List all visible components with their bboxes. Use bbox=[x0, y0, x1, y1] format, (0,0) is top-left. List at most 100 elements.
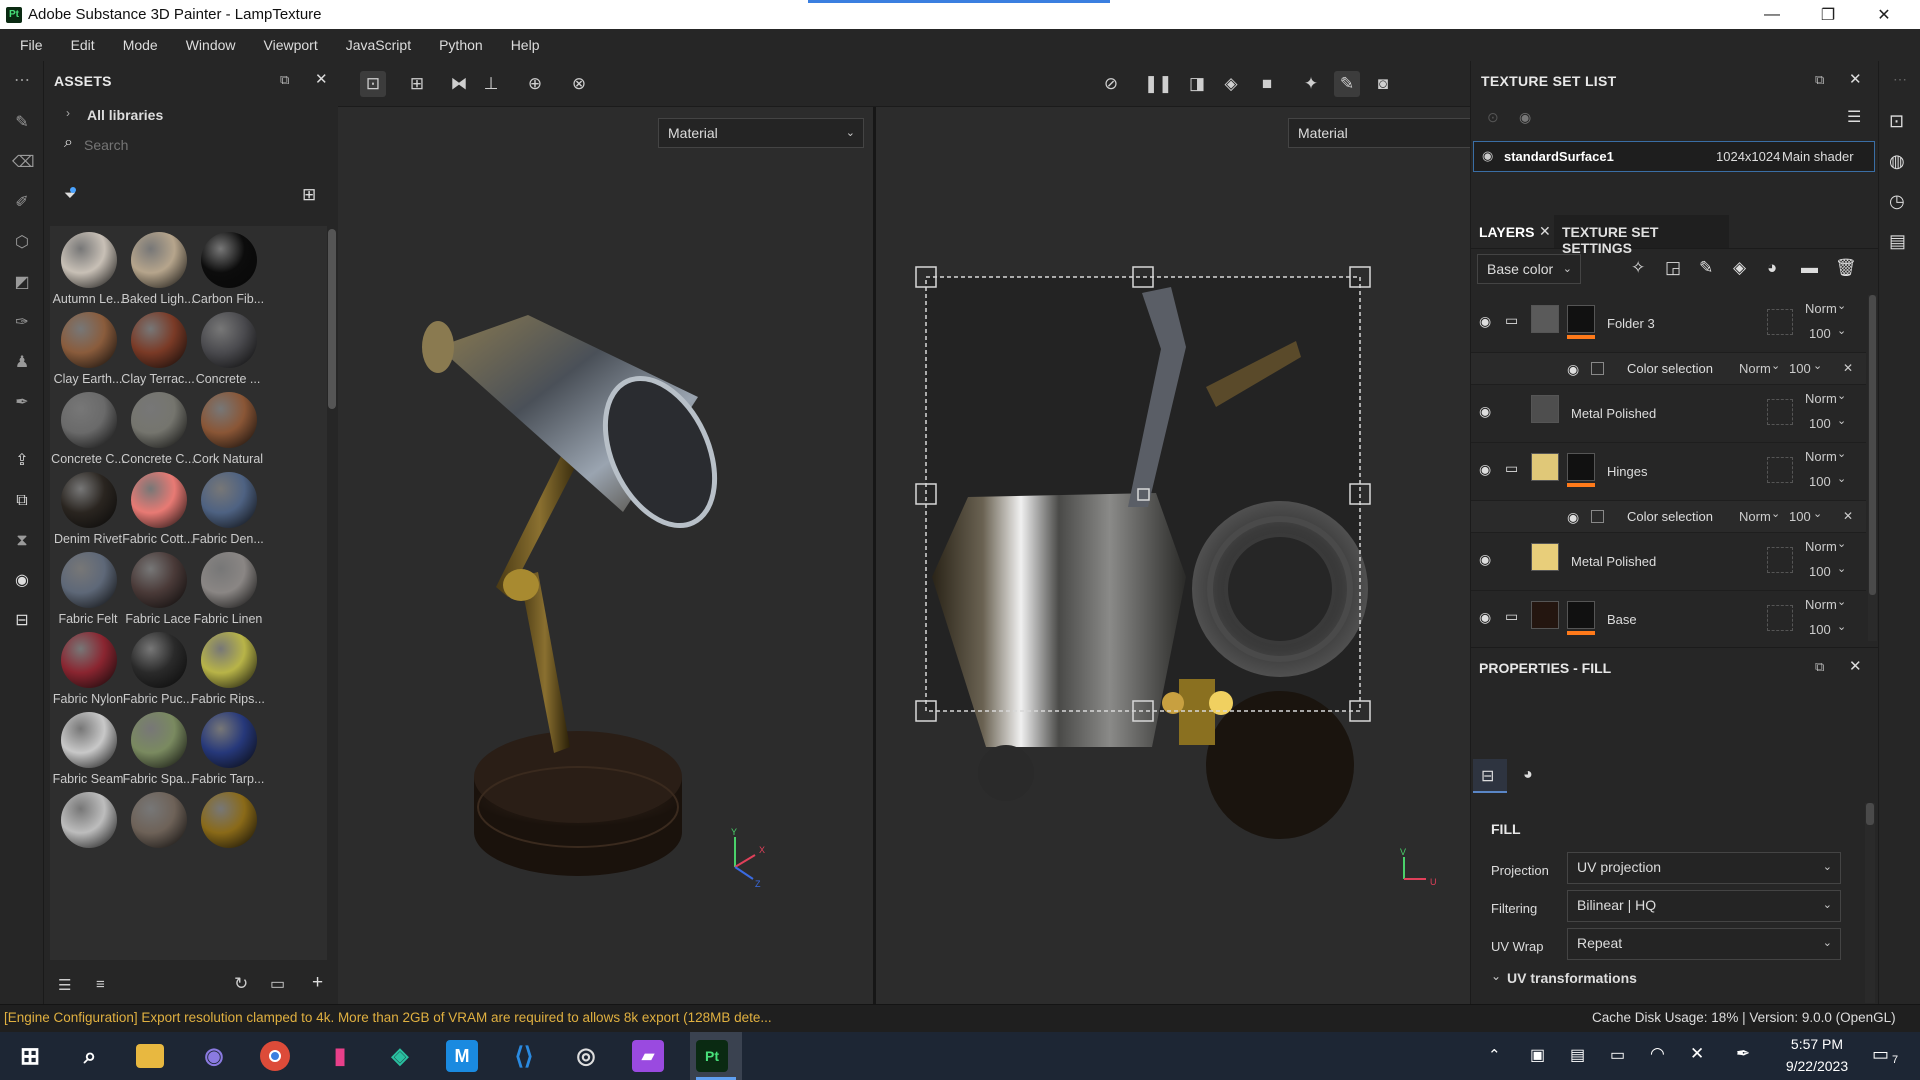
menu-python[interactable]: Python bbox=[425, 37, 497, 53]
blend-mode[interactable]: Norm bbox=[1739, 509, 1771, 524]
grid-view-icon[interactable]: ⊞ bbox=[302, 185, 316, 205]
vscode-icon[interactable]: ⟨⟩ bbox=[508, 1040, 540, 1072]
2d-view[interactable]: Material⌄ bbox=[876, 107, 1491, 1011]
asset-thumbnail[interactable] bbox=[201, 312, 257, 368]
paint-brush-icon[interactable]: ✎ bbox=[12, 113, 32, 133]
app-circle-icon[interactable]: ◉ bbox=[198, 1040, 230, 1072]
asset-scrollbar[interactable] bbox=[328, 229, 336, 409]
refresh-icon[interactable]: ↻ bbox=[234, 974, 248, 994]
layer-row[interactable]: ◉ ▭ Folder 3 Norm ⌄ 100 ⌄ bbox=[1471, 295, 1866, 353]
clock-time[interactable]: 5:57 PM bbox=[1772, 1036, 1862, 1052]
split-view-icon[interactable]: ⊡ bbox=[360, 71, 386, 97]
cast-icon[interactable]: ▤ bbox=[1570, 1045, 1585, 1065]
asset-thumbnail[interactable] bbox=[201, 792, 257, 848]
asset-thumbnail[interactable] bbox=[61, 392, 117, 448]
history-icon[interactable]: ◷ bbox=[1889, 191, 1905, 212]
notification-icon[interactable]: ▭ bbox=[1872, 1044, 1889, 1065]
mute-icon[interactable]: ✕ bbox=[1690, 1044, 1704, 1064]
folder-icon[interactable]: ▭ bbox=[270, 974, 285, 994]
asset-thumbnail[interactable] bbox=[61, 232, 117, 288]
remove-mask-icon[interactable]: ✕ bbox=[1843, 361, 1853, 375]
close-panel-icon[interactable]: ✕ bbox=[1849, 70, 1862, 88]
meet-icon[interactable]: ▣ bbox=[1530, 1045, 1545, 1065]
blend-mode[interactable]: Norm bbox=[1805, 391, 1837, 406]
folder-icon[interactable]: ▭ bbox=[1505, 460, 1518, 477]
opacity-value[interactable]: 100 bbox=[1809, 326, 1831, 341]
opacity-value[interactable]: 100 bbox=[1789, 361, 1811, 376]
asset-thumbnail[interactable] bbox=[131, 312, 187, 368]
asset-thumbnail[interactable] bbox=[131, 792, 187, 848]
mask-thumbnail[interactable] bbox=[1567, 601, 1595, 629]
layer-row[interactable]: ◉ Metal Polished Norm ⌄ 100 ⌄ bbox=[1471, 533, 1866, 591]
menu-file[interactable]: File bbox=[6, 37, 57, 53]
asset-thumbnail[interactable] bbox=[131, 552, 187, 608]
viewport[interactable]: Material ⌄ Y X Z Material V U bbox=[338, 61, 1491, 1011]
frame-icon[interactable]: ⊕ bbox=[522, 71, 548, 97]
camera-icon[interactable]: ■ bbox=[1254, 71, 1280, 97]
undock-icon[interactable]: ⧉ bbox=[280, 72, 289, 88]
battery-icon[interactable]: ▭ bbox=[1610, 1045, 1625, 1065]
properties-scroll-track[interactable] bbox=[1865, 803, 1875, 1003]
asset-thumbnail[interactable] bbox=[61, 792, 117, 848]
menu-help[interactable]: Help bbox=[497, 37, 554, 53]
asset-thumbnail[interactable] bbox=[131, 472, 187, 528]
blend-mode[interactable]: Norm bbox=[1805, 449, 1837, 464]
symmetry-icon[interactable]: ⧓ bbox=[446, 71, 472, 97]
menu-mode[interactable]: Mode bbox=[109, 37, 172, 53]
asset-thumbnail[interactable] bbox=[131, 632, 187, 688]
eye-icon[interactable]: ◉ bbox=[1479, 461, 1491, 478]
uv-wrap-dropdown[interactable]: Repeat ⌄ bbox=[1567, 928, 1841, 960]
delete-layer-icon[interactable]: 🗑 bbox=[1835, 258, 1857, 278]
pause-icon[interactable]: ❚❚ bbox=[1144, 71, 1173, 97]
cube-icon[interactable]: ◈ bbox=[1218, 71, 1244, 97]
uv-transformations-toggle[interactable]: ⌄ UV transformations bbox=[1491, 969, 1791, 989]
asset-thumbnail[interactable] bbox=[201, 632, 257, 688]
search-input[interactable] bbox=[84, 133, 324, 157]
menu-window[interactable]: Window bbox=[172, 37, 250, 53]
add-mask-icon[interactable]: ◲ bbox=[1665, 258, 1681, 278]
asset-thumbnail[interactable] bbox=[201, 712, 257, 768]
eye-icon[interactable]: ◉ bbox=[1567, 361, 1579, 378]
color-selection-mask-row[interactable]: ◉ Color selection Norm ⌄ 100 ⌄ ✕ bbox=[1471, 353, 1866, 385]
close-tab-icon[interactable]: ✕ bbox=[1539, 223, 1551, 240]
menu-edit[interactable]: Edit bbox=[57, 37, 109, 53]
minimize-button[interactable]: — bbox=[1744, 0, 1800, 29]
pen-icon[interactable]: ✒ bbox=[1736, 1044, 1750, 1064]
asset-thumbnail[interactable] bbox=[201, 232, 257, 288]
add-folder-icon[interactable]: ▬ bbox=[1801, 258, 1818, 278]
eye-icon[interactable]: ◉ bbox=[1567, 509, 1579, 526]
asset-thumbnail[interactable] bbox=[201, 472, 257, 528]
blend-mode[interactable]: Norm bbox=[1805, 539, 1837, 554]
add-paint-layer-icon[interactable]: ✎ bbox=[1699, 258, 1713, 278]
substance-painter-icon[interactable]: Pt bbox=[696, 1040, 728, 1072]
opacity-value[interactable]: 100 bbox=[1809, 564, 1831, 579]
add-asset-icon[interactable]: + bbox=[312, 972, 323, 994]
blend-mode[interactable]: Norm bbox=[1805, 597, 1837, 612]
add-fill-layer-icon[interactable]: ◈ bbox=[1733, 258, 1746, 278]
blend-mode[interactable]: Norm bbox=[1805, 301, 1837, 316]
color-selection-mask-row[interactable]: ◉ Color selection Norm ⌄ 100 ⌄ ✕ bbox=[1471, 501, 1866, 533]
timer-icon[interactable]: ⧗ bbox=[12, 531, 32, 551]
smudge-icon[interactable]: ✑ bbox=[12, 313, 32, 333]
layers-scroll-thumb[interactable] bbox=[1869, 295, 1876, 595]
display-settings-icon[interactable]: ◉ bbox=[12, 571, 32, 591]
close-panel-icon[interactable]: ✕ bbox=[315, 70, 328, 88]
clock-date[interactable]: 9/22/2023 bbox=[1772, 1058, 1862, 1074]
layer-row[interactable]: ◉ ▭ Base Norm ⌄ 100 ⌄ bbox=[1471, 591, 1866, 641]
asset-thumbnail[interactable] bbox=[131, 392, 187, 448]
menu-icon[interactable]: ☰ bbox=[1847, 107, 1861, 127]
smart-material-icon[interactable]: ◕ bbox=[1767, 258, 1777, 278]
filtering-dropdown[interactable]: Bilinear | HQ ⌄ bbox=[1567, 890, 1841, 922]
projection-icon[interactable]: ✐ bbox=[12, 193, 32, 213]
clone-stamp-icon[interactable]: ♟ bbox=[12, 353, 32, 373]
align-icon[interactable]: ⊥ bbox=[478, 71, 504, 97]
properties-scroll-thumb[interactable] bbox=[1866, 803, 1874, 825]
mirror-icon[interactable]: ◨ bbox=[1184, 71, 1210, 97]
asset-thumbnail[interactable] bbox=[61, 312, 117, 368]
paint-mode-icon[interactable]: ✎ bbox=[1334, 71, 1360, 97]
undock-icon[interactable]: ⧉ bbox=[1815, 659, 1824, 675]
tab-layers[interactable]: LAYERS bbox=[1479, 224, 1535, 240]
mask-checkbox[interactable] bbox=[1591, 362, 1604, 375]
eye-icon[interactable]: ◉ bbox=[1479, 313, 1491, 330]
mask-thumbnail[interactable] bbox=[1567, 453, 1595, 481]
